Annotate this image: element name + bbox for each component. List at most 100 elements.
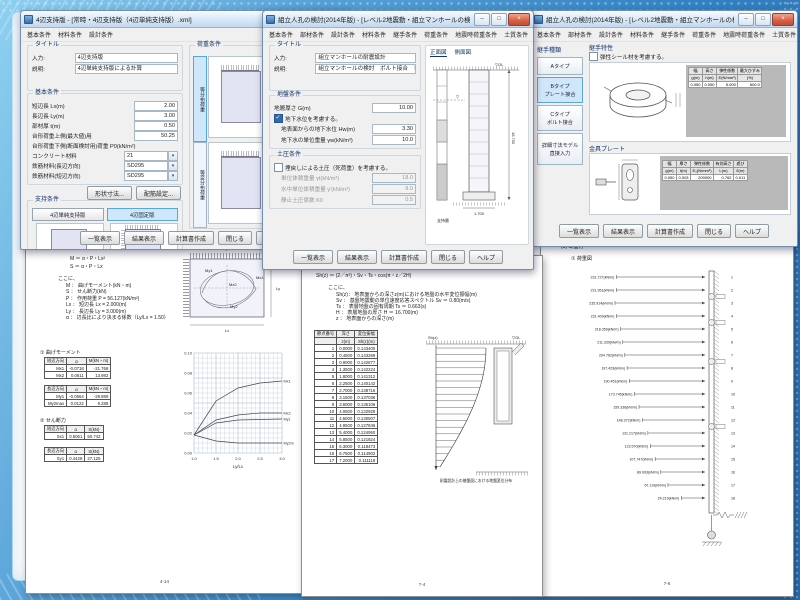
input-field[interactable]: 3.30: [372, 124, 416, 134]
joint-type-custom-button[interactable]: 詳細寸法モデル 直接入力: [537, 133, 583, 165]
checkbox-unchecked[interactable]: [274, 163, 283, 172]
checkbox-unchecked[interactable]: [589, 52, 598, 61]
footer-button[interactable]: ヘルプ: [735, 224, 769, 238]
combo-box[interactable]: 21: [124, 151, 168, 161]
combo-box[interactable]: SD295: [124, 161, 168, 171]
footer-button[interactable]: 計算書作成: [647, 224, 693, 238]
footer-button[interactable]: 一覧表示: [293, 250, 333, 264]
field-row: 静止土圧係数 K00.5: [274, 195, 416, 205]
input-field[interactable]: 0.50: [134, 121, 178, 131]
menu-item[interactable]: 設計条件: [86, 29, 116, 40]
subsection-heading: ① 荷重図: [571, 255, 592, 262]
field-label: 単位体積重量 γt(kN/m³): [281, 174, 370, 182]
menu-item[interactable]: 地震時荷重条件: [720, 29, 768, 40]
svg-text:17: 17: [731, 483, 735, 487]
menu-item[interactable]: 設計条件: [328, 29, 358, 40]
svg-text:211.339(kN/m): 211.339(kN/m): [597, 340, 621, 344]
footer-button[interactable]: 一覧表示: [559, 224, 599, 238]
maximize-button[interactable]: □: [755, 13, 771, 26]
input-field: 0.5: [372, 195, 416, 205]
close-button[interactable]: ×: [772, 13, 794, 26]
menu-item[interactable]: 材料条件: [359, 29, 389, 40]
footer-button[interactable]: 閉じる: [218, 231, 252, 245]
svg-text:2.5: 2.5: [257, 456, 263, 461]
menu-item[interactable]: 荷重条件: [421, 29, 451, 40]
dropdown-arrow-icon[interactable]: ▾: [168, 171, 178, 181]
svg-text:11: 11: [731, 405, 735, 409]
field-row: コンクリート材料21▾: [32, 151, 178, 160]
footer-button[interactable]: 結果表示: [337, 250, 377, 264]
maximize-button[interactable]: □: [491, 13, 507, 26]
svg-text:Ly: Ly: [276, 286, 280, 291]
footer-button[interactable]: 結果表示: [603, 224, 643, 238]
svg-text:231.409(kN/m): 231.409(kN/m): [591, 314, 615, 318]
support-option-simple[interactable]: 4辺単純支持版: [32, 208, 104, 221]
svg-text:0.00: 0.00: [184, 451, 193, 456]
input-field[interactable]: 3.00: [134, 111, 178, 121]
menu-item[interactable]: 継手条件: [658, 29, 688, 40]
input-field: 9.0: [372, 184, 416, 194]
group-caption: タイトル: [33, 42, 61, 49]
kokoni-label: ここに、: [58, 275, 78, 282]
input-field[interactable]: 10.00: [372, 103, 416, 113]
menu-item[interactable]: 設計条件: [596, 29, 626, 40]
menu-item[interactable]: 部材条件: [297, 29, 327, 40]
combo-box[interactable]: SD295: [124, 171, 168, 181]
joint-type-b-button[interactable]: Bタイプ プレート接合: [537, 77, 583, 103]
menu-item[interactable]: 継手条件: [390, 29, 420, 40]
footer-button[interactable]: 計算書作成: [381, 250, 427, 264]
close-button[interactable]: ×: [508, 13, 530, 26]
footer-button[interactable]: ヘルプ: [469, 250, 503, 264]
menu-item[interactable]: 土質条件: [769, 29, 798, 40]
ground-displacement-diagram: Sh(z) ▽GL 耐震設計上の基盤面における地盤変位分布: [420, 332, 532, 486]
minimize-button[interactable]: –: [474, 13, 490, 26]
group-caption: タイトル: [275, 42, 303, 49]
displacement-table: 節点番号深さ変位振幅z(m)Sh(z)(m)10.00000.14340020.…: [314, 330, 378, 464]
dropdown-arrow-icon[interactable]: ▾: [168, 151, 178, 161]
input-field[interactable]: 50.25: [134, 131, 178, 141]
svg-text:0.06: 0.06: [184, 391, 193, 396]
menu-item[interactable]: 基本条件: [266, 29, 296, 40]
field-label: 静止土圧係数 K0: [281, 196, 370, 204]
input-field[interactable]: 4辺単純支持版による計算: [75, 64, 178, 74]
field-label: 台形荷重上側(最大値)用: [32, 132, 132, 140]
input-field[interactable]: 10.0: [372, 135, 416, 145]
footer-button[interactable]: 一覧表示: [80, 231, 120, 245]
load-tab-varying[interactable]: 等変分布荷重: [193, 142, 207, 228]
svg-text:2.0: 2.0: [235, 456, 241, 461]
page-number: 7-6: [541, 581, 793, 586]
svg-text:159.336(kN/m): 159.336(kN/m): [613, 405, 637, 409]
minimize-button[interactable]: –: [738, 13, 754, 26]
input-field[interactable]: 4辺支持版: [75, 53, 178, 63]
load-tab-uniform[interactable]: 等分布荷重: [193, 56, 207, 142]
menu-item[interactable]: 部材条件: [565, 29, 595, 40]
menu-item[interactable]: 土質条件: [501, 29, 531, 40]
menu-item[interactable]: 基本条件: [534, 29, 564, 40]
menu-item[interactable]: 基本条件: [24, 29, 54, 40]
svg-text:15: 15: [731, 457, 735, 461]
window-manhole-seismic: 組立人孔の検討(2014年版) - [レベル2地震動・組立マンホールの検討（分割…: [262, 10, 534, 270]
footer-button[interactable]: 配筋設定...: [136, 186, 181, 200]
dropdown-arrow-icon[interactable]: ▾: [168, 161, 178, 171]
menu-item[interactable]: 荷重条件: [689, 29, 719, 40]
moment-table-short: 短辺方向αM(kN・m)Mx1-0.0718-21.768Mx20.061113…: [44, 357, 111, 379]
menu-item[interactable]: 材料条件: [55, 29, 85, 40]
support-option-fixed[interactable]: 4辺固定版: [107, 208, 179, 221]
input-field[interactable]: 2.00: [134, 101, 178, 111]
footer-button[interactable]: 閉じる: [697, 224, 731, 238]
joint-type-a-button[interactable]: Aタイプ: [537, 57, 583, 75]
footer-button[interactable]: 形状寸法...: [87, 186, 132, 200]
joint-type-c-button[interactable]: Cタイプ ボルト接合: [537, 105, 583, 131]
menu-item[interactable]: 地震時荷重条件: [452, 29, 500, 40]
footer-button[interactable]: 結果表示: [124, 231, 164, 245]
checkbox-checked[interactable]: [274, 114, 283, 123]
input-field[interactable]: 組立マンホールの耐震設計: [315, 53, 416, 63]
input-field[interactable]: 組立マンホールの検討 ボルト接合 レベル2 分割: [315, 64, 416, 74]
titlebar[interactable]: 組立人孔の検討(2014年版) - [レベル2地震動・組立マンホールの検討（分割…: [531, 11, 797, 28]
footer-button[interactable]: 閉じる: [431, 250, 465, 264]
titlebar[interactable]: 組立人孔の検討(2014年版) - [レベル2地震動・組立マンホールの検討（分割…: [263, 11, 533, 28]
footer-button[interactable]: 計算書作成: [168, 231, 214, 245]
group-caption: 荷重条件: [195, 42, 223, 49]
field-row: 地下水位を考慮する。: [274, 114, 416, 123]
menu-item[interactable]: 材料条件: [627, 29, 657, 40]
